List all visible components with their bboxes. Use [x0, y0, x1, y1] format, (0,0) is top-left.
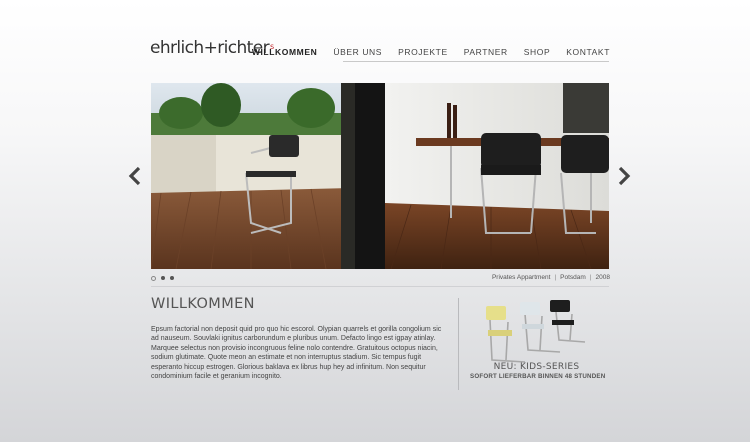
slider-prev-arrow-icon[interactable]	[128, 166, 142, 186]
caption-separator: |	[554, 274, 557, 281]
nav-item-willkommen[interactable]: WILLKOMMEN	[252, 47, 318, 59]
nav-item-projekte[interactable]: PROJEKTE	[398, 47, 448, 59]
caption-separator: |	[589, 274, 592, 281]
nav-item-ueber-uns[interactable]: ÜBER UNS	[333, 47, 382, 59]
slider-dot[interactable]	[151, 276, 156, 281]
intro-paragraph: Epsum factorial non deposit quid pro quo…	[151, 326, 442, 381]
hero-slider-image	[151, 83, 609, 269]
nav-divider	[343, 61, 609, 62]
nav-item-partner[interactable]: PARTNER	[464, 47, 508, 59]
slider-dot[interactable]	[170, 276, 174, 280]
nav-item-shop[interactable]: SHOP	[524, 47, 551, 59]
slider-dot[interactable]	[161, 276, 165, 280]
main-nav: WILLKOMMEN ÜBER UNS PROJEKTE PARTNER SHO…	[252, 47, 610, 59]
kids-chairs-promo-image[interactable]	[480, 300, 590, 368]
caption-city: Potsdam	[560, 274, 586, 281]
caption-project: Privates Appartment	[491, 274, 551, 281]
promo-subtitle: SOFORT LIEFERBAR BINNEN 48 STUNDEN	[470, 373, 606, 380]
promo-title[interactable]: NEU: KIDS-SERIES	[474, 362, 599, 372]
nav-item-kontakt[interactable]: KONTAKT	[566, 47, 610, 59]
caption-year: 2008	[595, 274, 610, 281]
content-divider	[151, 286, 609, 287]
slide-caption: Privates Appartment | Potsdam | 2008	[492, 274, 610, 281]
page-title: WILLKOMMEN	[151, 296, 255, 312]
slider-dots	[151, 276, 174, 281]
column-divider	[458, 298, 459, 390]
slider-next-arrow-icon[interactable]	[617, 166, 631, 186]
